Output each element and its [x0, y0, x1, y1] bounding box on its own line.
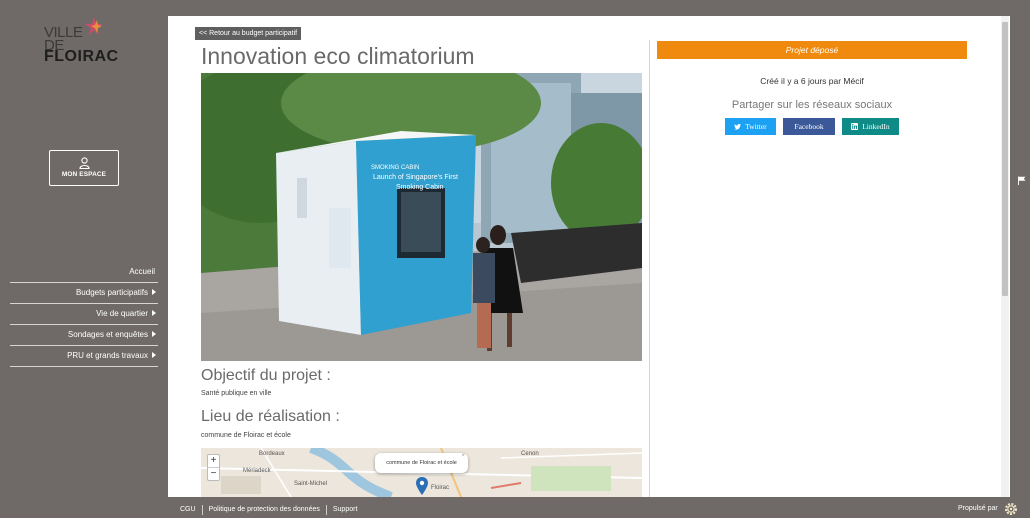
back-to-budget-button[interactable]: << Retour au budget participatif [195, 27, 302, 40]
status-badge: Projet déposé [657, 41, 967, 59]
powered-by-text: Propulsé par [958, 505, 998, 512]
logo-line-3: FLOIRAC [44, 48, 119, 65]
mon-espace-label: MON ESPACE [61, 171, 107, 178]
cabin-sign-line1: SMOKING CABIN [371, 165, 419, 171]
nav-item-label: Accueil [129, 267, 155, 276]
linkedin-label: LinkedIn [862, 122, 890, 131]
nav-item-vie-de-quartier[interactable]: Vie de quartier [10, 304, 158, 325]
cabin-sign-line3: Smoking Cabin [396, 184, 444, 191]
objective-text: Santé publique en ville [201, 390, 272, 397]
map-label-floirac: Floirac [431, 485, 450, 491]
nav-item-accueil[interactable]: Accueil [10, 262, 158, 283]
popup-close-icon[interactable]: × [461, 448, 465, 466]
user-icon [79, 157, 90, 169]
map-popup: × commune de Floirac et école [375, 453, 468, 473]
column-divider [649, 40, 650, 497]
map-zoom-control: + − [207, 454, 220, 481]
nav-item-label: Vie de quartier [96, 309, 148, 318]
location-map[interactable]: Bordeaux Saint-Michel Floirac Mériadeck … [201, 448, 642, 497]
share-heading: Partager sur les réseaux sociaux [731, 99, 893, 111]
project-panel: << Retour au budget participatif Innovat… [168, 16, 1010, 497]
map-popup-text: commune de Floirac et école [386, 460, 457, 466]
caret-right-icon [152, 310, 156, 316]
page-title: Innovation eco climatorium [201, 43, 475, 69]
twitter-label: Twitter [745, 122, 767, 131]
share-twitter-button[interactable]: Twitter [725, 118, 776, 135]
share-linkedin-button[interactable]: LinkedIn [842, 118, 899, 135]
nav-item-label: Budgets participatifs [75, 288, 148, 297]
linkedin-icon [851, 123, 859, 130]
cabin-sign-line2: Launch of Singapore's First [373, 174, 458, 181]
nav-item-label: Sondages et enquêtes [67, 330, 148, 339]
created-info: Créé il y a 6 jours par Mécif [760, 76, 864, 86]
zoom-in-button[interactable]: + [208, 455, 219, 468]
caret-right-icon [152, 289, 156, 295]
scrollbar-thumb[interactable] [1002, 22, 1008, 296]
logo-star-icon [85, 17, 103, 35]
share-facebook-button[interactable]: Facebook [783, 118, 835, 135]
twitter-icon [734, 124, 742, 130]
location-heading: Lieu de réalisation : [201, 408, 340, 425]
objective-heading: Objectif du projet : [201, 367, 331, 384]
footer-link-cgu[interactable]: CGU [168, 505, 202, 515]
gear-icon[interactable] [1003, 501, 1019, 517]
footer-link-support[interactable]: Support [325, 505, 364, 515]
caret-right-icon [152, 331, 156, 337]
nav-item-label: PRU et grands travaux [67, 351, 148, 360]
site-logo[interactable]: VILLE DE FLOIRAC [44, 17, 134, 65]
project-photo: SMOKING CABIN Launch of Singapore's Firs… [201, 73, 642, 361]
caret-right-icon [152, 352, 156, 358]
map-label-saint-michel: Saint-Michel [294, 481, 328, 487]
map-label-meriadeck: Mériadeck [243, 468, 271, 474]
map-marker-icon[interactable] [416, 477, 428, 495]
main-navigation: Accueil Budgets participatifs Vie de qua… [10, 262, 158, 367]
location-text: commune de Floirac et école [201, 432, 291, 439]
footer-links: CGU Politique de protection des données Su… [168, 505, 363, 517]
facebook-label: Facebook [794, 122, 824, 131]
mon-espace-button[interactable]: MON ESPACE [49, 150, 119, 186]
footer-link-privacy[interactable]: Politique de protection des données [201, 505, 326, 515]
map-label-cenon: Cenon [521, 451, 539, 457]
panel-scrollbar[interactable] [1001, 16, 1009, 497]
zoom-out-button[interactable]: − [208, 468, 219, 481]
nav-item-pru[interactable]: PRU et grands travaux [10, 346, 158, 367]
nav-item-budgets-participatifs[interactable]: Budgets participatifs [10, 283, 158, 304]
nav-item-sondages[interactable]: Sondages et enquêtes [10, 325, 158, 346]
map-label-bordeaux: Bordeaux [259, 451, 285, 457]
flag-icon[interactable] [1017, 176, 1026, 185]
